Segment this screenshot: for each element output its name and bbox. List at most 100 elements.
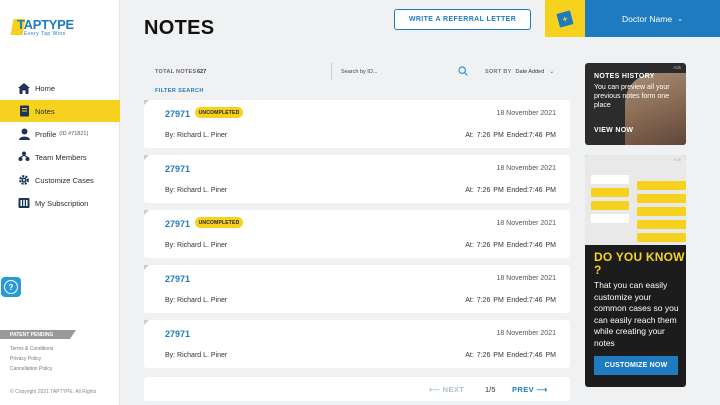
gear-icon: [18, 174, 30, 186]
app-screenshot-image: [585, 155, 686, 245]
note-card[interactable]: 27971 UNCOMPLETED 18 November 2021 By: R…: [144, 100, 570, 148]
status-badge: UNCOMPLETED: [195, 107, 243, 118]
total-notes-count: 627: [197, 68, 207, 75]
sidebar-item-home[interactable]: Home: [0, 77, 120, 99]
ad-title: DO YOU KNOW ?: [594, 250, 685, 277]
pagination: ⟵ NEXT 1/5 PREV ⟶: [144, 377, 570, 401]
ad-tag: Ads: [673, 157, 681, 162]
patent-pending-badge: PATENT PENDING: [0, 330, 76, 339]
filter-search-link[interactable]: FILTER SEARCH: [155, 88, 204, 94]
ad-tag: Ads: [673, 65, 681, 70]
note-author: By: Richard L. Piner: [165, 297, 228, 304]
page-title: NOTES: [144, 17, 215, 39]
page-indicator: 1/5: [485, 385, 496, 394]
notes-toolbar: TOTAL NOTES 627 Search by ID... SORT BY …: [144, 63, 570, 80]
note-date: 18 November 2021: [496, 275, 556, 282]
note-date: 18 November 2021: [496, 220, 556, 227]
chevron-down-icon: ⌄: [677, 15, 683, 23]
sidebar-item-label: Notes: [35, 106, 55, 116]
sidebar-item-customize-cases[interactable]: Customize Cases: [0, 169, 120, 191]
note-card[interactable]: 27971 18 November 2021 By: Richard L. Pi…: [144, 155, 570, 203]
question-mark-icon: ?: [4, 280, 18, 294]
sidebar-item-label: Team Members: [35, 152, 87, 162]
sidebar-item-team-members[interactable]: Team Members: [0, 146, 120, 168]
notebook-icon: [18, 105, 30, 117]
privacy-link[interactable]: Privacy Policy: [10, 354, 53, 364]
note-card[interactable]: 27971 UNCOMPLETED 18 November 2021 By: R…: [144, 210, 570, 258]
sidebar-item-label: Profile: [35, 129, 57, 139]
arrow-left-icon: ⟵: [429, 385, 441, 394]
help-button[interactable]: ?: [1, 277, 21, 297]
note-id[interactable]: 27971: [165, 329, 190, 339]
ad-title: NOTES HISTORY: [594, 73, 655, 80]
brand-tagline: Every Tap Wins: [24, 31, 66, 37]
card-corner: [144, 265, 149, 270]
note-times: At: 7:26 PM Ended:7:46 PM: [465, 132, 556, 139]
brand-logo[interactable]: TAPTYPE: [17, 17, 74, 32]
next-page-button[interactable]: ⟵ NEXT: [429, 385, 464, 394]
note-times: At: 7:26 PM Ended:7:46 PM: [465, 187, 556, 194]
footer-links: Terms & Conditions Privacy Policy Cancel…: [10, 344, 53, 374]
ad-body: You can preview all your previous notes …: [594, 84, 670, 109]
prev-label: PREV: [512, 385, 535, 394]
terms-link[interactable]: Terms & Conditions: [10, 344, 53, 354]
card-corner: [144, 100, 149, 105]
note-author: By: Richard L. Piner: [165, 132, 228, 139]
notebook-plus-icon: +: [556, 9, 574, 28]
sidebar-item-label: Home: [35, 83, 56, 93]
sort-label: SORT BY: [485, 68, 512, 75]
note-date: 18 November 2021: [496, 330, 556, 337]
sidebar-item-notes[interactable]: Notes: [0, 100, 120, 122]
ad-body: That you can easily customize your commo…: [594, 280, 679, 348]
note-card[interactable]: 27971 18 November 2021 By: Richard L. Pi…: [144, 265, 570, 313]
write-referral-letter-button[interactable]: WRITE A REFERRAL LETTER: [394, 9, 531, 30]
search-icon[interactable]: [458, 66, 468, 76]
card-corner: [144, 320, 149, 325]
subscription-icon: [18, 197, 30, 209]
note-id[interactable]: 27971: [165, 274, 190, 284]
note-date: 18 November 2021: [496, 165, 556, 172]
note-author: By: Richard L. Piner: [165, 352, 228, 359]
note-id[interactable]: 27971: [165, 164, 190, 174]
sidebar-item-profile[interactable]: Profile (ID #71821): [0, 123, 120, 145]
search-placeholder: Search by ID...: [341, 68, 378, 75]
note-card[interactable]: 27971 18 November 2021 By: Richard L. Pi…: [144, 320, 570, 368]
note-id[interactable]: 27971: [165, 109, 190, 119]
sort-value: Date Added: [515, 68, 545, 75]
sidebar-item-my-subscription[interactable]: My Subscription: [0, 192, 120, 214]
note-id[interactable]: 27971: [165, 219, 190, 229]
sort-dropdown[interactable]: SORT BY Date Added ⌄: [485, 68, 555, 76]
chevron-down-icon: ⌄: [549, 69, 555, 75]
notes-history-ad[interactable]: Ads NOTES HISTORY You can preview all yo…: [585, 63, 686, 145]
customize-now-button[interactable]: CUSTOMIZE NOW: [594, 356, 678, 375]
sidebar-item-label: Customize Cases: [35, 175, 94, 185]
sidebar-nav: Home Notes Profile (ID #71821) Team Memb…: [0, 77, 120, 215]
arrow-right-icon: ⟶: [536, 385, 548, 394]
customize-cases-ad[interactable]: Ads DO YOU KNOW ? That you can easily cu…: [585, 155, 686, 387]
doctor-name: Doctor Name: [622, 13, 673, 24]
note-times: At: 7:26 PM Ended:7:46 PM: [465, 297, 556, 304]
search-input[interactable]: Search by ID...: [331, 63, 473, 80]
quick-note-button[interactable]: +: [545, 0, 585, 37]
doctor-menu[interactable]: Doctor Name ⌄: [585, 0, 720, 37]
user-icon: [18, 128, 30, 140]
copyright: © Copyright 2021 TAPTYPE. All Rights: [10, 389, 97, 395]
note-author: By: Richard L. Piner: [165, 242, 228, 249]
sidebar-item-label: My Subscription: [35, 198, 89, 208]
note-author: By: Richard L. Piner: [165, 187, 228, 194]
total-notes-label: TOTAL NOTES: [155, 68, 197, 75]
team-icon: [18, 151, 30, 163]
profile-id: (ID #71821): [59, 131, 89, 137]
prev-page-button[interactable]: PREV ⟶: [512, 385, 548, 394]
note-date: 18 November 2021: [496, 110, 556, 117]
card-corner: [144, 210, 149, 215]
next-label: NEXT: [442, 385, 465, 394]
note-times: At: 7:26 PM Ended:7:46 PM: [465, 242, 556, 249]
note-times: At: 7:26 PM Ended:7:46 PM: [465, 352, 556, 359]
card-corner: [144, 155, 149, 160]
cancellation-link[interactable]: Cancellation Policy: [10, 364, 53, 374]
sidebar: TAPTYPE Every Tap Wins Home Notes Profil…: [0, 0, 120, 405]
status-badge: UNCOMPLETED: [195, 217, 243, 228]
view-now-button[interactable]: VIEW NOW: [594, 127, 633, 134]
home-icon: [18, 82, 30, 94]
